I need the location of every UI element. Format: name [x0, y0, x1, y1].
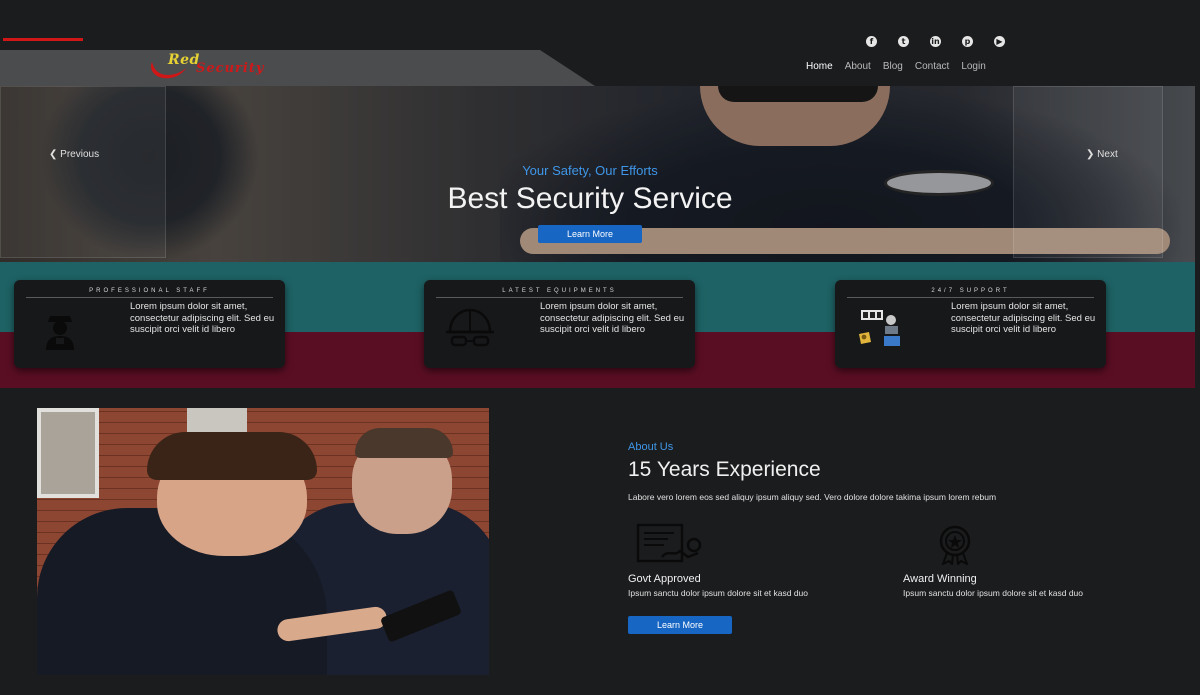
scrollbar[interactable]	[1195, 0, 1200, 695]
about-feature-award: Award Winning Ipsum sanctu dolor ipsum d…	[903, 523, 1163, 599]
male-officer-hair	[355, 428, 453, 458]
hero-learn-more-button[interactable]: Learn More	[538, 225, 642, 243]
top-bar: f t in p ▶	[0, 0, 1200, 50]
feature-card-text: Lorem ipsum dolor sit amet, consectetur …	[951, 301, 1096, 335]
feature-card-text: Lorem ipsum dolor sit amet, consectetur …	[540, 301, 685, 335]
nav-contact[interactable]: Contact	[915, 61, 949, 72]
about-feature-title: Govt Approved	[628, 573, 701, 585]
award-icon	[939, 525, 971, 567]
window	[37, 408, 99, 498]
nav-login[interactable]: Login	[961, 61, 985, 72]
feature-card-staff: PROFESSIONAL STAFF Lorem ipsum dolor sit…	[14, 280, 285, 368]
about-learn-more-button[interactable]: Learn More	[628, 616, 732, 634]
feature-card-title: PROFESSIONAL STAFF	[89, 288, 210, 294]
youtube-icon[interactable]: ▶	[994, 36, 1005, 47]
about-feature-text: Ipsum sanctu dolor ipsum dolore sit et k…	[628, 588, 809, 598]
feature-card-divider	[436, 297, 683, 298]
female-officer-hair	[147, 432, 317, 480]
linkedin-icon[interactable]: in	[930, 36, 941, 47]
feature-card-title: 24/7 SUPPORT	[931, 288, 1010, 294]
certificate-icon	[636, 523, 702, 563]
carousel-prev-label: ❮ Previous	[49, 149, 100, 160]
feature-card-support: 24/7 SUPPORT Lorem ipsum dolor sit amet,…	[835, 280, 1106, 368]
facebook-icon[interactable]: f	[866, 36, 877, 47]
about-feature-text: Ipsum sanctu dolor ipsum dolore sit et k…	[903, 588, 1084, 598]
hero-title: Best Security Service	[447, 182, 733, 215]
hero-carousel: ❮ Previous ❯ Next Your Safety, Our Effor…	[0, 86, 1195, 262]
main-menu: Home About Blog Contact Login	[806, 61, 986, 72]
feature-card-title: LATEST EQUIPMENTS	[502, 288, 617, 294]
feature-card-divider	[847, 297, 1094, 298]
about-title: 15 Years Experience	[628, 458, 821, 481]
brand-word-2: Security	[196, 61, 265, 76]
about-description: Labore vero lorem eos sed aliquy ipsum a…	[628, 492, 997, 502]
top-accent-line	[3, 38, 83, 41]
helmet-icon	[446, 308, 494, 347]
about-label: About Us	[628, 441, 674, 453]
about-feature-title: Award Winning	[903, 573, 977, 585]
carousel-next-label: ❯ Next	[1086, 149, 1118, 160]
security-guard-icon	[46, 316, 74, 350]
about-feature-govt: Govt Approved Ipsum sanctu dolor ipsum d…	[628, 523, 888, 599]
brand-logo[interactable]: Red Security	[148, 52, 318, 84]
window	[187, 408, 247, 434]
nav-home[interactable]: Home	[806, 61, 833, 72]
hero-subtitle: Your Safety, Our Efforts	[522, 163, 658, 178]
feature-card-divider	[26, 297, 273, 298]
about-officers-image	[37, 408, 489, 675]
social-links: f t in p ▶	[866, 36, 1005, 47]
pinterest-icon[interactable]: p	[962, 36, 973, 47]
nav-blog[interactable]: Blog	[883, 61, 903, 72]
feature-card-text: Lorem ipsum dolor sit amet, consectetur …	[130, 301, 275, 335]
support-24-7-icon	[859, 310, 900, 346]
nav-about[interactable]: About	[845, 61, 871, 72]
twitter-icon[interactable]: t	[898, 36, 909, 47]
feature-card-equipment: LATEST EQUIPMENTS Lorem ipsum dolor sit …	[424, 280, 695, 368]
